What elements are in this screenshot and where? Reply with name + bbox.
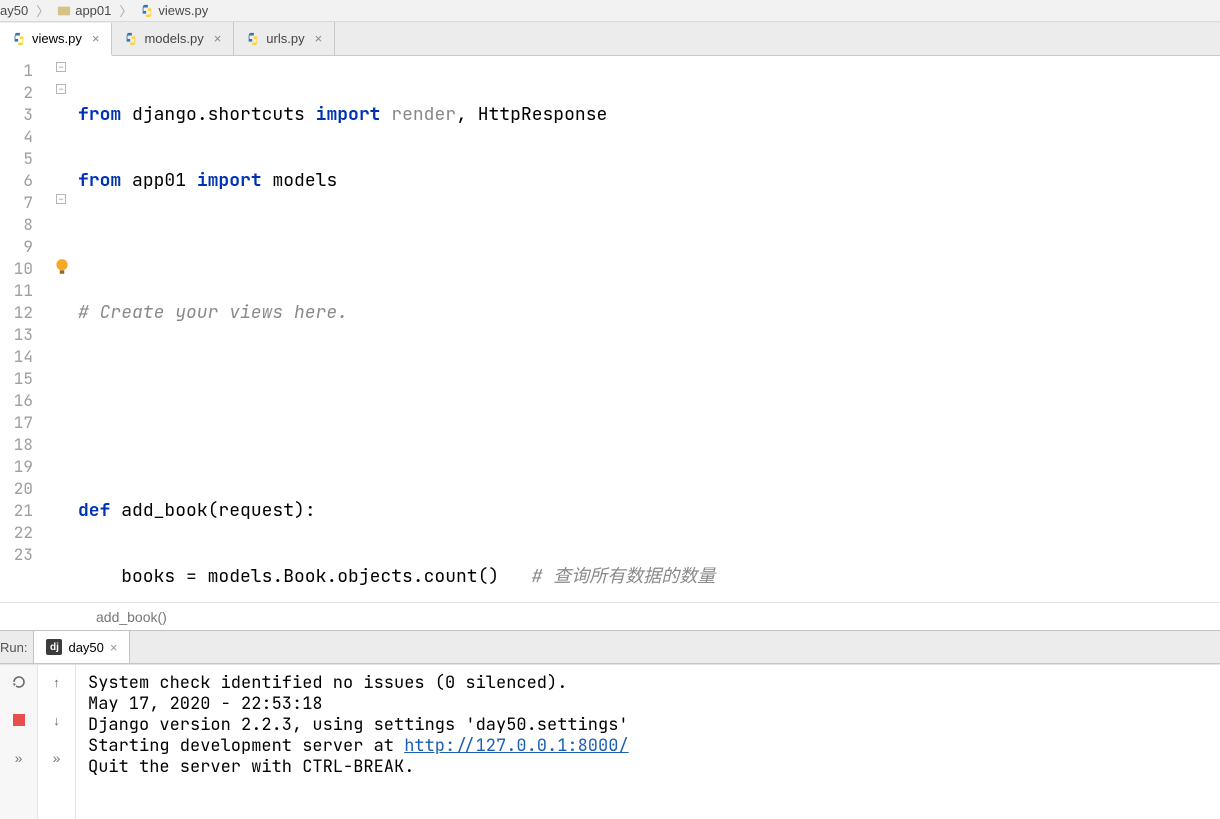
rerun-icon[interactable] [10,673,28,691]
expand-icon[interactable]: » [48,749,66,767]
fold-column: − − − [50,56,78,602]
python-file-icon [124,32,138,46]
console-line: May 17, 2020 - 22:53:18 [88,693,323,715]
django-icon: dj [46,639,62,655]
line-num: 12 [0,302,49,324]
up-arrow-icon[interactable]: ↑ [48,673,66,691]
console-line: Quit the server with CTRL-BREAK. [88,756,414,778]
line-num: 19 [0,456,49,478]
run-toolbar-nav: ↑ ↓ » [38,665,76,819]
code-area[interactable]: from django.shortcuts import render, Htt… [78,56,1220,602]
code-line: from django.shortcuts import render, Htt… [78,104,1220,126]
run-label: Run: [0,640,33,655]
breadcrumb-text: app01 [75,3,111,18]
line-num: 20 [0,478,49,500]
line-num: 2 [0,82,49,104]
line-num: 9 [0,236,49,258]
python-file-icon [140,4,154,18]
line-num: 4 [0,126,49,148]
code-line [78,236,1220,258]
console-line: Starting development server at [88,735,404,757]
code-line: def add_book(request): [78,500,1220,522]
expand-icon[interactable]: » [10,749,28,767]
breadcrumb-text: views.py [158,3,208,18]
folder-icon [57,4,71,18]
line-num: 1 [0,60,49,82]
function-breadcrumb[interactable]: add_book() [0,602,1220,630]
tab-views[interactable]: views.py × [0,23,112,56]
run-config-label: day50 [68,640,103,655]
tab-label: models.py [144,31,203,46]
code-line [78,368,1220,390]
line-num: 22 [0,522,49,544]
down-arrow-icon[interactable]: ↓ [48,711,66,729]
line-num: 11 [0,280,49,302]
line-num: 15 [0,368,49,390]
breadcrumb-sep: 〉 [36,1,49,20]
line-gutter: 1 2 3 4 5 6 7 8 9 10 11 12 13 14 15 16 1… [0,56,50,602]
breadcrumb-sep: 〉 [119,1,132,20]
line-num: 3 [0,104,49,126]
run-panel: » ↑ ↓ » System check identified no issue… [0,664,1220,819]
close-icon[interactable]: × [92,31,100,46]
breadcrumb-item[interactable]: views.py [140,3,208,18]
close-icon[interactable]: × [214,31,222,46]
ide-window: ay50 〉 app01 〉 views.py views.py × model… [0,0,1220,819]
tab-label: views.py [32,31,82,46]
console-line: Django version 2.2.3, using settings 'da… [88,714,629,736]
breadcrumb-text: ay50 [0,3,28,18]
line-num: 7 [0,192,49,214]
stop-icon[interactable] [10,711,28,729]
breadcrumb-item[interactable]: ay50 [0,3,28,18]
console-line: System check identified no issues (0 sil… [88,672,567,694]
breadcrumb-bar: ay50 〉 app01 〉 views.py [0,0,1220,22]
tab-label: urls.py [266,31,304,46]
line-num: 6 [0,170,49,192]
run-panel-header: Run: dj day50 × [0,630,1220,664]
editor-tabs: views.py × models.py × urls.py × [0,22,1220,56]
line-num: 5 [0,148,49,170]
line-num: 16 [0,390,49,412]
code-line: from app01 import models [78,170,1220,192]
breadcrumb-item[interactable]: app01 [57,3,111,18]
line-num: 18 [0,434,49,456]
console-output[interactable]: System check identified no issues (0 sil… [76,665,1220,819]
python-file-icon [12,32,26,46]
close-icon[interactable]: × [315,31,323,46]
code-line: # Create your views here. [78,302,1220,324]
run-toolbar-left: » [0,665,38,819]
console-url[interactable]: http://127.0.0.1:8000/ [404,735,628,757]
intention-bulb-icon[interactable] [53,258,71,276]
line-num: 10 [0,258,49,280]
line-num: 21 [0,500,49,522]
tab-models[interactable]: models.py × [112,22,234,55]
function-breadcrumb-label: add_book() [96,609,167,625]
fold-toggle-icon[interactable]: − [56,62,66,72]
line-num: 14 [0,346,49,368]
code-editor[interactable]: 1 2 3 4 5 6 7 8 9 10 11 12 13 14 15 16 1… [0,56,1220,602]
tab-urls[interactable]: urls.py × [234,22,335,55]
code-line [78,434,1220,456]
line-num: 23 [0,544,49,566]
line-num: 13 [0,324,49,346]
python-file-icon [246,32,260,46]
line-num: 8 [0,214,49,236]
code-line: books = models.Book.objects.count() # 查询… [78,566,1220,588]
run-config-tab[interactable]: dj day50 × [33,631,130,663]
line-num: 17 [0,412,49,434]
fold-toggle-icon[interactable]: − [56,84,66,94]
close-icon[interactable]: × [110,640,118,655]
fold-toggle-icon[interactable]: − [56,194,66,204]
